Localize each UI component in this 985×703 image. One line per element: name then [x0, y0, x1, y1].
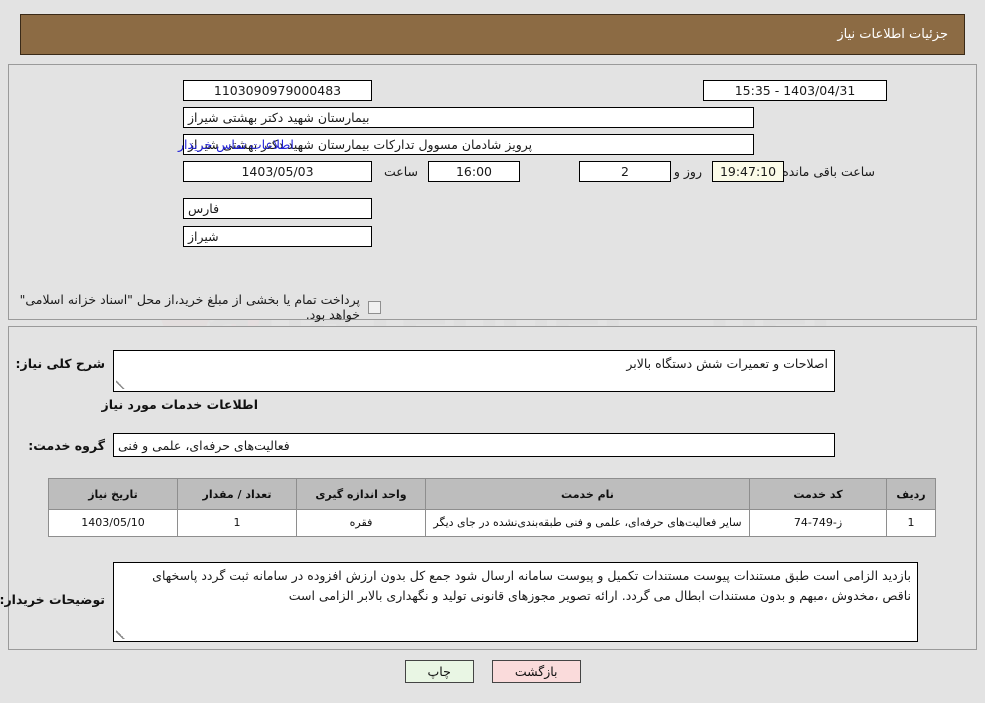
deadline-days-label: روز و — [673, 164, 702, 179]
delivery-province-value: فارس — [188, 201, 220, 216]
service-group-value: فعالیت‌های حرفه‌ای، علمی و فنی — [118, 437, 290, 453]
delivery-city-field[interactable]: شیراز — [183, 226, 372, 247]
service-group-label: گروه خدمت: — [28, 438, 105, 453]
cell-unit: فقره — [296, 509, 426, 537]
table-row: 1 ز-749-74 سایر فعالیت‌های حرفه‌ای، علمی… — [48, 509, 936, 537]
th-service-code: کد خدمت — [749, 478, 887, 510]
buyer-org-value: بیمارستان شهید دکتر بهشتی شیراز — [188, 110, 370, 125]
deadline-days-field[interactable]: 2 — [579, 161, 671, 182]
buyer-notes-label: توضیحات خریدار: — [0, 592, 105, 607]
cell-service-name: سایر فعالیت‌های حرفه‌ای، علمی و فنی طبقه… — [425, 509, 750, 537]
delivery-city-value: شیراز — [188, 229, 219, 244]
cell-service-code: ز-749-74 — [749, 509, 887, 537]
th-unit: واحد اندازه گیری — [296, 478, 426, 510]
table-header-row: ردیف کد خدمت نام خدمت واحد اندازه گیری ت… — [48, 478, 936, 510]
cell-row-no: 1 — [886, 509, 936, 537]
cell-quantity: 1 — [177, 509, 297, 537]
deadline-hour-field[interactable]: 16:00 — [428, 161, 520, 182]
deadline-remaining-label: ساعت باقی مانده — [782, 164, 875, 179]
print-button[interactable]: چاپ — [404, 660, 474, 683]
action-buttons: بازگشت چاپ — [0, 660, 985, 683]
buyer-notes-textarea[interactable]: بازدید الزامی است طبق مستندات پیوست مستن… — [113, 562, 918, 642]
page-root: anaTender .net anaTender.net جزئیات اطلا… — [0, 0, 985, 703]
delivery-province-field[interactable]: فارس — [183, 198, 372, 219]
back-button[interactable]: بازگشت — [491, 660, 581, 683]
window-title-bar: جزئیات اطلاعات نیاز — [20, 14, 965, 55]
deadline-days-value: 2 — [621, 164, 629, 179]
announce-datetime-field[interactable]: 1403/04/31 - 15:35 — [703, 80, 887, 101]
cell-need-date: 1403/05/10 — [48, 509, 178, 537]
deadline-hour-value: 16:00 — [455, 164, 493, 179]
checkbox-treasury-bond[interactable] — [368, 300, 381, 314]
th-need-date: تاریخ نیاز — [48, 478, 178, 510]
buyer-contact-link[interactable]: اطلاعات تماس خریدار — [178, 137, 294, 152]
services-table: ردیف کد خدمت نام خدمت واحد اندازه گیری ت… — [48, 478, 936, 537]
page-title: جزئیات اطلاعات نیاز — [837, 27, 948, 42]
th-service-name: نام خدمت — [425, 478, 750, 510]
need-number-value: 1103090979000483 — [213, 83, 342, 98]
treasury-bond-text: پرداخت تمام یا بخشی از مبلغ خرید،از محل … — [19, 292, 360, 322]
services-section-title: اطلاعات خدمات مورد نیاز — [101, 397, 259, 412]
deadline-remaining-value: 19:47:10 — [719, 164, 777, 179]
need-summary-panel — [8, 64, 977, 320]
deadline-date-field[interactable]: 1403/05/03 — [183, 161, 372, 182]
general-description-textarea[interactable]: اصلاحات و تعمیرات شش دستگاه بالابر — [113, 350, 835, 392]
treasury-bond-option[interactable]: پرداخت تمام یا بخشی از مبلغ خرید،از محل … — [0, 292, 381, 322]
announce-datetime-value: 1403/04/31 - 15:35 — [734, 83, 856, 98]
deadline-hour-label: ساعت — [383, 164, 418, 179]
need-number-field[interactable]: 1103090979000483 — [183, 80, 372, 101]
th-row-no: ردیف — [886, 478, 936, 510]
general-description-label: شرح کلی نیاز: — [15, 356, 105, 371]
buyer-org-field[interactable]: بیمارستان شهید دکتر بهشتی شیراز — [183, 107, 754, 128]
general-description-value: اصلاحات و تعمیرات شش دستگاه بالابر — [626, 356, 828, 371]
deadline-date-value: 1403/05/03 — [241, 164, 314, 179]
th-quantity: تعداد / مقدار — [177, 478, 297, 510]
buyer-notes-value: بازدید الزامی است طبق مستندات پیوست مستن… — [152, 568, 911, 603]
deadline-remaining-field: 19:47:10 — [712, 161, 784, 182]
service-group-field[interactable]: فعالیت‌های حرفه‌ای، علمی و فنی — [113, 433, 835, 457]
